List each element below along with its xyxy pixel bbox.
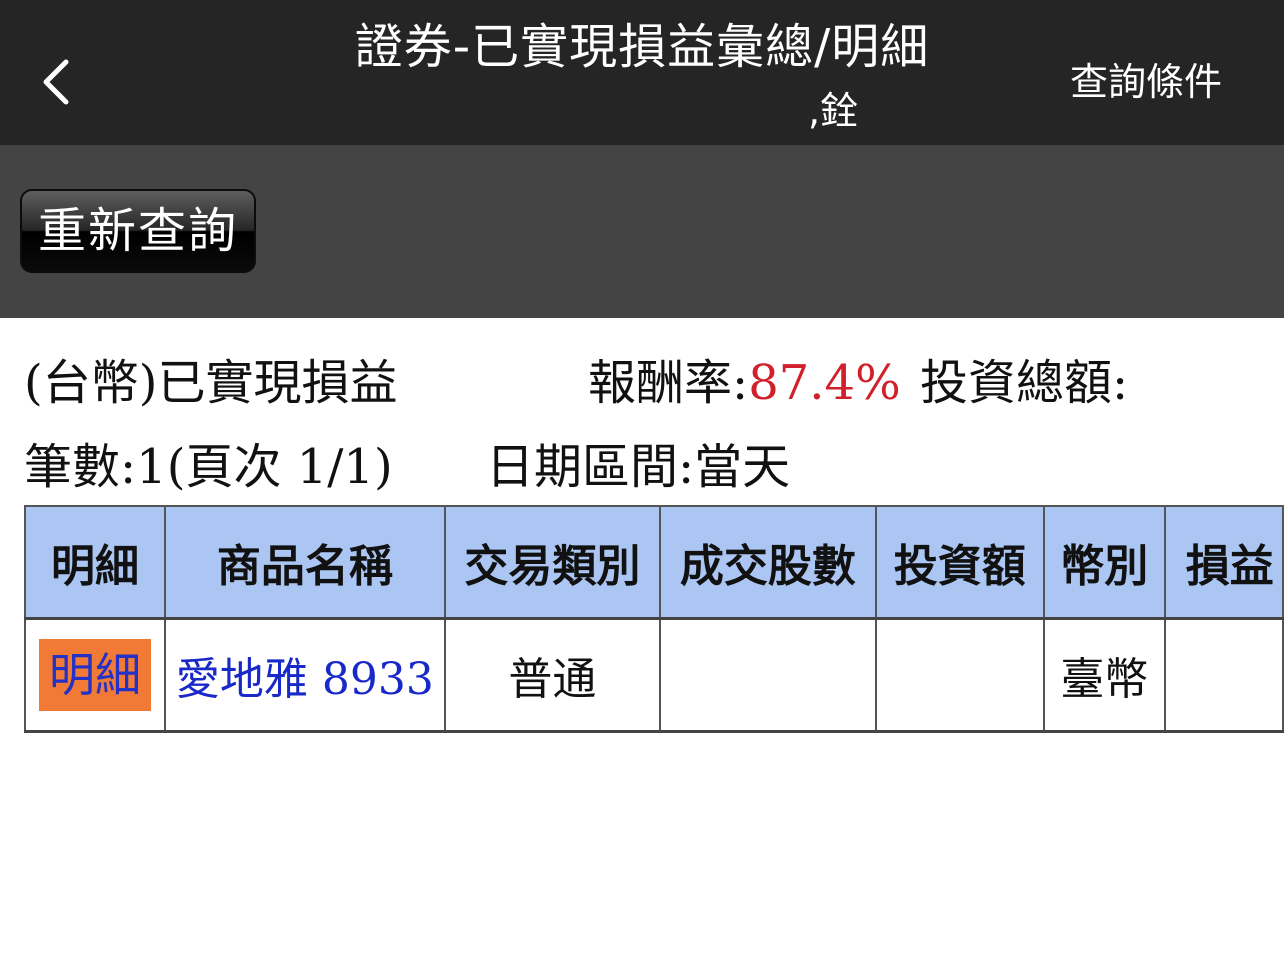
column-header-investment: 投資額	[874, 505, 1045, 620]
date-range: 日期區間:當天	[486, 439, 791, 495]
query-conditions-button[interactable]: 查詢條件	[1070, 56, 1222, 108]
shares-cell	[659, 617, 877, 733]
currency-cell: 臺幣	[1042, 617, 1166, 733]
page-title: 證券-已實現損益彙總/明細	[354, 19, 930, 75]
product-cell: 愛地雅 8933	[164, 617, 446, 733]
return-rate-label: 報酬率:	[588, 355, 749, 411]
chevron-left-icon	[43, 59, 69, 105]
account-name: ,銓	[808, 89, 859, 133]
detail-cell: 明細	[23, 617, 167, 733]
record-count: 筆數:1(頁次 1/1)	[24, 439, 393, 495]
column-header-shares: 成交股數	[659, 505, 877, 620]
column-header-trade-type: 交易類別	[443, 505, 662, 620]
product-link[interactable]: 愛地雅 8933	[176, 654, 434, 705]
pnl-table: 明細 商品名稱 交易類別 成交股數 投資額 幣別 損益 明細 愛地雅 8933 …	[23, 505, 1284, 733]
investment-cell	[874, 617, 1045, 733]
pnl-cell	[1163, 617, 1284, 733]
detail-button[interactable]: 明細	[39, 639, 152, 711]
table-header-row: 明細 商品名稱 交易類別 成交股數 投資額 幣別 損益	[23, 505, 1284, 620]
back-button[interactable]	[30, 50, 80, 114]
column-header-currency: 幣別	[1042, 505, 1166, 620]
currency-pnl-label: (台幣)已實現損益	[24, 355, 398, 411]
toolbar: 重新查詢	[0, 145, 1284, 318]
column-header-pnl: 損益	[1163, 505, 1284, 620]
column-header-product: 商品名稱	[164, 505, 446, 620]
return-rate-value: 87.4%	[748, 355, 901, 411]
table-row: 明細 愛地雅 8933 普通 臺幣	[23, 617, 1284, 733]
trade-type-cell: 普通	[443, 617, 662, 733]
app-window: 證券-已實現損益彙總/明細 ,銓 查詢條件 重新查詢 (台幣)已實現損益 報酬率…	[0, 0, 1284, 967]
investment-total-label: 投資總額:	[920, 355, 1129, 411]
account-subtitle: ,銓	[280, 84, 1004, 138]
column-header-detail: 明細	[23, 505, 167, 620]
top-navigation-bar: 證券-已實現損益彙總/明細 ,銓 查詢條件	[0, 0, 1284, 145]
return-rate: 報酬率:87.4%	[588, 352, 901, 414]
requery-button[interactable]: 重新查詢	[20, 189, 256, 273]
